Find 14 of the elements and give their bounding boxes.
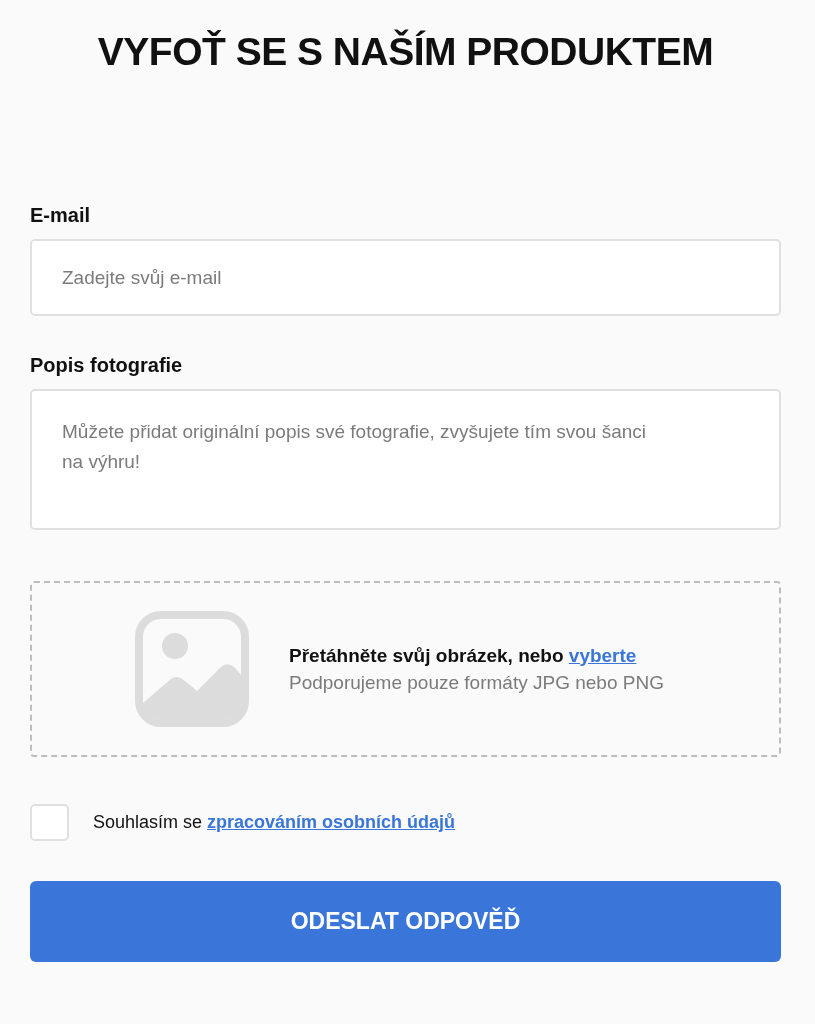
description-field[interactable]: Můžete přidat originální popis své fotografie, zvyšujete tím svou šanci na výhru! (30, 389, 781, 530)
field-label: Popis fotografie (30, 354, 184, 377)
email-field[interactable]: Zadejte svůj e-mail (30, 239, 781, 316)
submit-button[interactable]: ODESLAT ODPOVĚĎ (30, 881, 781, 962)
consent-text: Souhlasím se zpracováním osobních údajů (93, 812, 456, 833)
upload-hint: Podporujeme pouze formáty JPG nebo PNG (289, 671, 664, 694)
field-label: E-mail (30, 204, 92, 227)
upload-dropzone[interactable]: Přetáhněte svůj obrázek, nebo vyberte Podporujeme pouze formáty JPG nebo PNG (30, 581, 781, 757)
upload-prompt: Přetáhněte svůj obrázek, nebo vyberte (289, 644, 638, 667)
page-title: VYFOŤ SE S NAŠÍM PRODUKTEM (96, 30, 715, 74)
choose-file-link[interactable]: vyberte (568, 644, 637, 666)
image-icon (135, 611, 249, 727)
consent-checkbox[interactable] (30, 804, 69, 841)
privacy-link[interactable]: zpracováním osobních údajů (207, 812, 456, 832)
